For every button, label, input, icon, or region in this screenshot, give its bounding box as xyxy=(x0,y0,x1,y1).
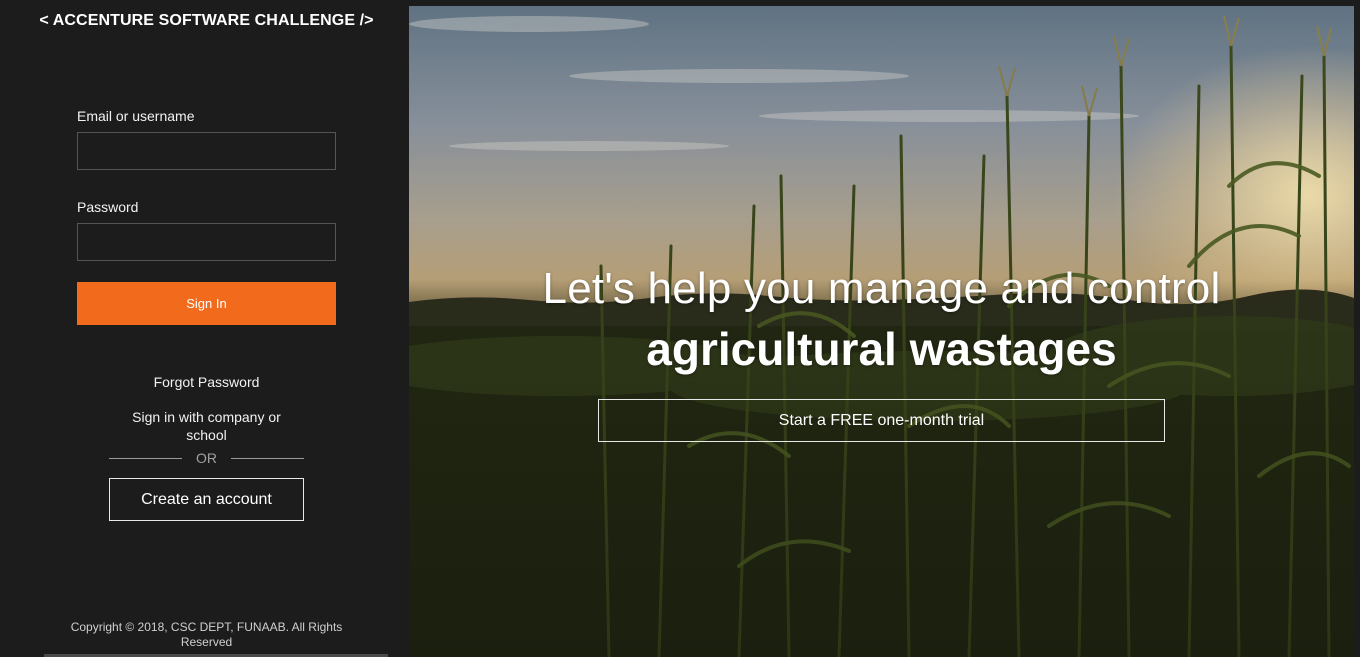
copyright-text: Copyright © 2018, CSC DEPT, FUNAAB. All … xyxy=(70,620,343,649)
password-label: Password xyxy=(77,199,139,215)
hero-headline-line2: agricultural wastages xyxy=(646,323,1117,375)
email-input[interactable] xyxy=(77,132,336,170)
create-account-button[interactable]: Create an account xyxy=(109,478,304,521)
hero-headline-line1: Let's help you manage and control xyxy=(542,264,1221,313)
forgot-password-link[interactable]: Forgot Password xyxy=(0,374,413,390)
or-divider: OR xyxy=(109,450,304,468)
brand-title: < ACCENTURE SOFTWARE CHALLENGE /> xyxy=(39,12,374,29)
sign-in-button[interactable]: Sign In xyxy=(77,282,336,325)
password-input[interactable] xyxy=(77,223,336,261)
hero-banner: Let's help you manage and control agricu… xyxy=(409,6,1354,657)
login-page: < ACCENTURE SOFTWARE CHALLENGE /> Email … xyxy=(0,0,1360,657)
free-trial-button[interactable]: Start a FREE one-month trial xyxy=(598,399,1165,442)
company-signin-link[interactable]: Sign in with company or school xyxy=(120,408,293,444)
login-sidebar: < ACCENTURE SOFTWARE CHALLENGE /> Email … xyxy=(0,0,409,657)
divider-line-right xyxy=(231,458,304,459)
right-border xyxy=(1354,0,1360,657)
email-label: Email or username xyxy=(77,108,195,124)
